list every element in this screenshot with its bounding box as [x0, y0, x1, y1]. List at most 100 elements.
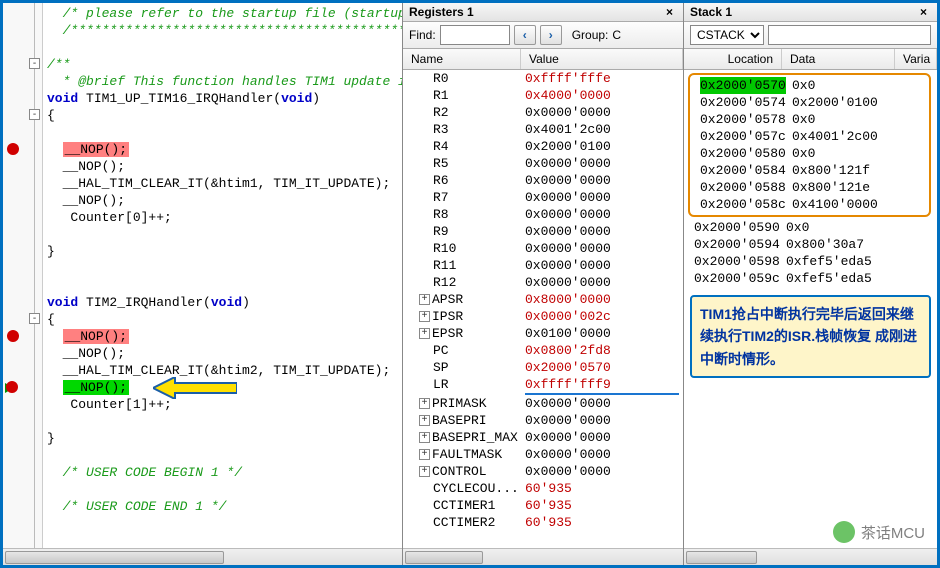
stack-location: 0x2000'0584 — [700, 163, 786, 178]
register-row[interactable]: +BASEPRI_MAX0x0000'0000 — [403, 429, 683, 446]
expand-icon[interactable]: + — [419, 328, 430, 339]
expand-icon[interactable]: + — [419, 415, 430, 426]
register-row[interactable]: R40x2000'0100 — [403, 138, 683, 155]
stack-row[interactable]: 0x2000'0584 0x800'121f — [690, 162, 929, 179]
stack-address-input[interactable] — [768, 25, 931, 45]
fold-icon[interactable]: - — [29, 109, 40, 120]
stack-row[interactable]: 0x2000'059c0xfef5'eda5 — [684, 270, 937, 287]
stack-location: 0x2000'0570 — [700, 77, 786, 94]
stack-row[interactable]: 0x2000'05900x0 — [684, 219, 937, 236]
register-name: PRIMASK — [432, 396, 487, 411]
breakpoint-icon[interactable] — [6, 381, 18, 393]
register-row[interactable]: R70x0000'0000 — [403, 189, 683, 206]
stack-row[interactable]: 0x2000'05740x2000'0100 — [690, 94, 929, 111]
watermark-text: 茶话MCU — [861, 522, 925, 543]
register-name: R5 — [433, 156, 449, 171]
col-value[interactable]: Value — [521, 49, 683, 69]
register-row[interactable]: CCTIMER260'935 — [403, 514, 683, 531]
register-value: 60'935 — [525, 480, 679, 497]
register-row[interactable]: R120x0000'0000 — [403, 274, 683, 291]
register-row[interactable]: CCTIMER160'935 — [403, 497, 683, 514]
col-varia[interactable]: Varia — [895, 49, 937, 69]
stack-row[interactable]: 0x2000'05940x800'30a7 — [684, 236, 937, 253]
register-value: 0x0000'0000 — [525, 155, 679, 172]
register-row[interactable]: +BASEPRI0x0000'0000 — [403, 412, 683, 429]
breakpoint-icon[interactable] — [7, 143, 19, 155]
registers-panel: Registers 1 × Find: ‹ › Group: C Name Va… — [403, 3, 684, 565]
stack-row[interactable]: 0x2000'05980xfef5'eda5 — [684, 253, 937, 270]
stack-data: 0x0 — [792, 145, 925, 162]
register-row[interactable]: R10x4000'0000 — [403, 87, 683, 104]
stack-data: 0x800'121f — [792, 162, 925, 179]
stack-row[interactable]: 0x2000'05880x800'121e — [690, 179, 929, 196]
register-row[interactable]: +CONTROL0x0000'0000 — [403, 463, 683, 480]
register-row[interactable]: LR0xffff'fff9 — [403, 376, 683, 395]
code-hscrollbar[interactable] — [3, 548, 402, 565]
register-row[interactable]: R110x0000'0000 — [403, 257, 683, 274]
find-input[interactable] — [440, 25, 510, 45]
expand-icon[interactable]: + — [419, 432, 430, 443]
register-row[interactable]: R00xffff'fffe — [403, 70, 683, 87]
stack-titlebar: Stack 1 × — [684, 3, 937, 22]
code-body[interactable]: --- /* please refer to the startup file … — [3, 3, 402, 548]
find-next-button[interactable]: › — [540, 25, 562, 45]
register-value: 0x0000'0000 — [525, 429, 679, 446]
registers-body[interactable]: R00xffff'fffeR10x4000'0000R20x0000'0000R… — [403, 70, 683, 548]
register-row[interactable]: R5 0x0000'0000 — [403, 155, 683, 172]
register-row[interactable]: +FAULTMASK0x0000'0000 — [403, 446, 683, 463]
close-icon[interactable]: × — [662, 5, 677, 19]
fold-icon[interactable]: - — [29, 58, 40, 69]
register-name: R11 — [433, 258, 456, 273]
stack-body[interactable]: 0x2000'05700x00x2000'05740x2000'01000x20… — [684, 70, 937, 548]
register-name: SP — [433, 360, 449, 375]
stack-row[interactable]: 0x2000'0580 0x0 — [690, 145, 929, 162]
register-row[interactable]: SP0x2000'0570 — [403, 359, 683, 376]
col-data[interactable]: Data — [782, 49, 895, 69]
stack-row[interactable]: 0x2000'05780x0 — [690, 111, 929, 128]
expand-icon[interactable]: + — [419, 466, 430, 477]
stack-row[interactable]: 0x2000'05700x0 — [690, 77, 929, 94]
register-name: LR — [433, 377, 449, 392]
register-name: CONTROL — [432, 464, 487, 479]
col-location[interactable]: Location — [684, 49, 782, 69]
breakpoint-icon[interactable] — [7, 330, 19, 342]
watermark-icon — [833, 521, 855, 543]
watermark: 茶话MCU — [833, 521, 925, 543]
register-value: 0x4000'0000 — [525, 87, 679, 104]
stack-row[interactable]: 0x2000'057c0x4001'2c00 — [690, 128, 929, 145]
find-prev-button[interactable]: ‹ — [514, 25, 536, 45]
stack-location: 0x2000'0580 — [700, 146, 786, 161]
stack-data: 0x800'30a7 — [786, 236, 933, 253]
stack-panel: Stack 1 × CSTACK Location Data Varia 0x2… — [684, 3, 937, 565]
register-row[interactable]: CYCLECOU...60'935 — [403, 480, 683, 497]
registers-hscrollbar[interactable] — [403, 548, 683, 565]
register-value: 0x0000'0000 — [525, 104, 679, 121]
register-row[interactable]: +PRIMASK0x0000'0000 — [403, 395, 683, 412]
register-name: EPSR — [432, 326, 463, 341]
register-row[interactable]: R30x4001'2c00 — [403, 121, 683, 138]
fold-icon[interactable]: - — [29, 313, 40, 324]
stack-location: 0x2000'0598 — [688, 253, 786, 270]
register-value: 60'935 — [525, 514, 679, 531]
register-row[interactable]: R100x0000'0000 — [403, 240, 683, 257]
register-row[interactable]: R20x0000'0000 — [403, 104, 683, 121]
register-row[interactable]: R60x0000'0000 — [403, 172, 683, 189]
stack-hscrollbar[interactable] — [684, 548, 937, 565]
registers-title: Registers 1 — [409, 5, 474, 19]
expand-icon[interactable]: + — [419, 398, 430, 409]
register-row[interactable]: R90x0000'0000 — [403, 223, 683, 240]
register-row[interactable]: R80x0000'0000 — [403, 206, 683, 223]
register-row[interactable]: +APSR0x8000'0000 — [403, 291, 683, 308]
stack-row[interactable]: 0x2000'058c0x4100'0000 — [690, 196, 929, 213]
group-value[interactable]: C — [612, 28, 621, 42]
register-row[interactable]: +IPSR0x0000'002c — [403, 308, 683, 325]
expand-icon[interactable]: + — [419, 294, 430, 305]
register-row[interactable]: PC0x0800'2fd8 — [403, 342, 683, 359]
register-name: IPSR — [432, 309, 463, 324]
col-name[interactable]: Name — [403, 49, 521, 69]
stack-select[interactable]: CSTACK — [690, 25, 764, 45]
register-row[interactable]: +EPSR0x0100'0000 — [403, 325, 683, 342]
expand-icon[interactable]: + — [419, 311, 430, 322]
close-icon[interactable]: × — [916, 5, 931, 19]
expand-icon[interactable]: + — [419, 449, 430, 460]
